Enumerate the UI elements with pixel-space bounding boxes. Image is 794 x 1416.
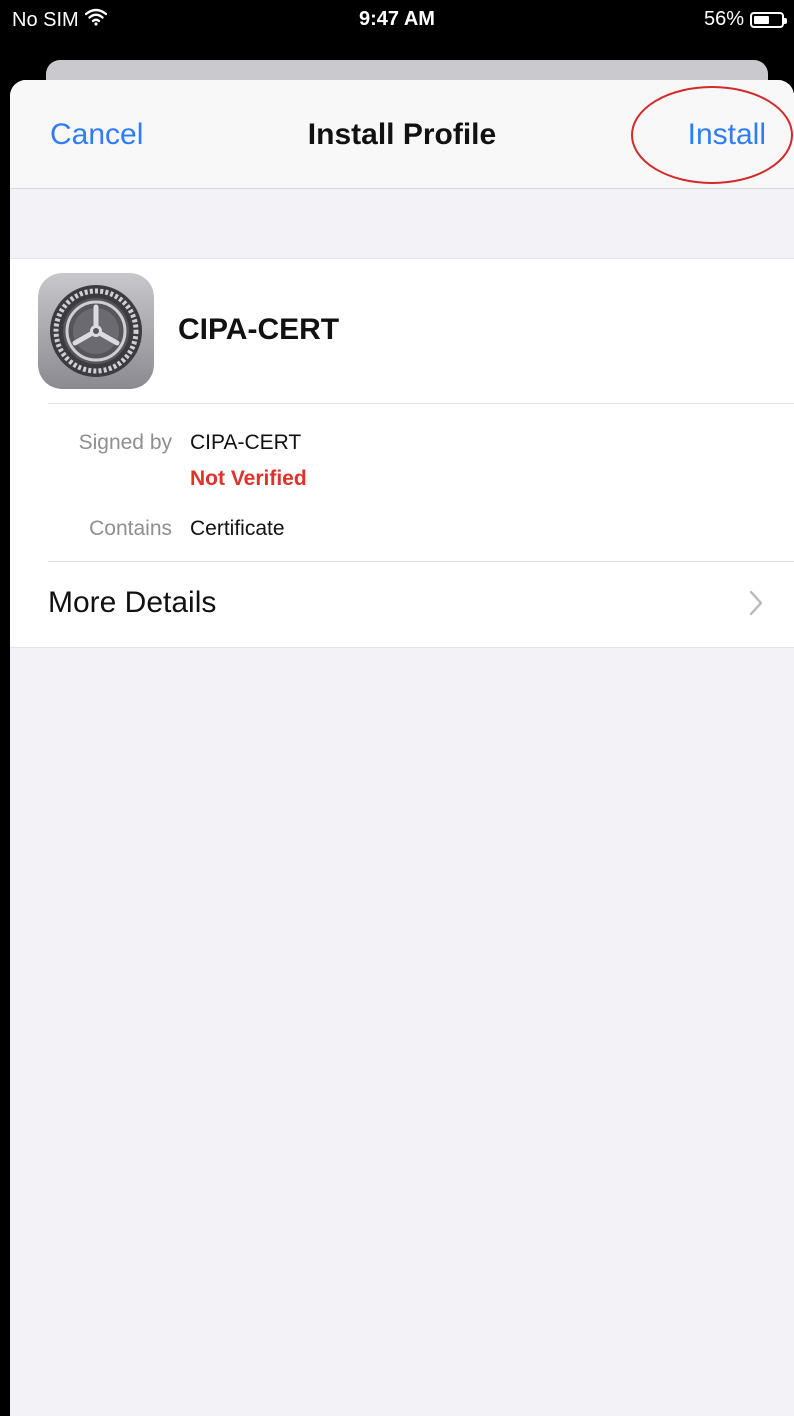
verification-status: Not Verified bbox=[190, 467, 307, 490]
battery-level bbox=[754, 15, 769, 24]
battery-icon bbox=[750, 11, 787, 28]
signed-by-label: Signed by bbox=[78, 431, 172, 454]
contains-label: Contains bbox=[89, 517, 172, 540]
status-time: 9:47 AM bbox=[359, 8, 435, 30]
contains-value: Certificate bbox=[190, 517, 285, 540]
chevron-right-icon bbox=[749, 590, 763, 616]
battery-cap bbox=[784, 17, 787, 24]
battery-percent: 56% bbox=[703, 8, 744, 30]
signed-by-value: CIPA-CERT bbox=[190, 431, 302, 454]
more-details-row[interactable]: More Details bbox=[10, 562, 794, 646]
navigation-bar: Cancel Install Profile Install bbox=[10, 80, 794, 189]
settings-gear-icon bbox=[38, 273, 154, 389]
status-bar: No SIM 9:47 AM 56% bbox=[0, 0, 794, 48]
install-button[interactable]: Install bbox=[688, 118, 766, 152]
profile-name: CIPA-CERT bbox=[178, 313, 340, 346]
more-details-label: More Details bbox=[48, 586, 217, 619]
divider bbox=[48, 403, 794, 404]
page-title: Install Profile bbox=[307, 118, 497, 151]
status-right: 56% bbox=[703, 8, 787, 31]
profile-card: CIPA-CERT Signed by CIPA-CERT Not Verifi… bbox=[10, 258, 794, 648]
install-profile-sheet: Cancel Install Profile Install CIPA-CERT… bbox=[10, 80, 794, 1416]
